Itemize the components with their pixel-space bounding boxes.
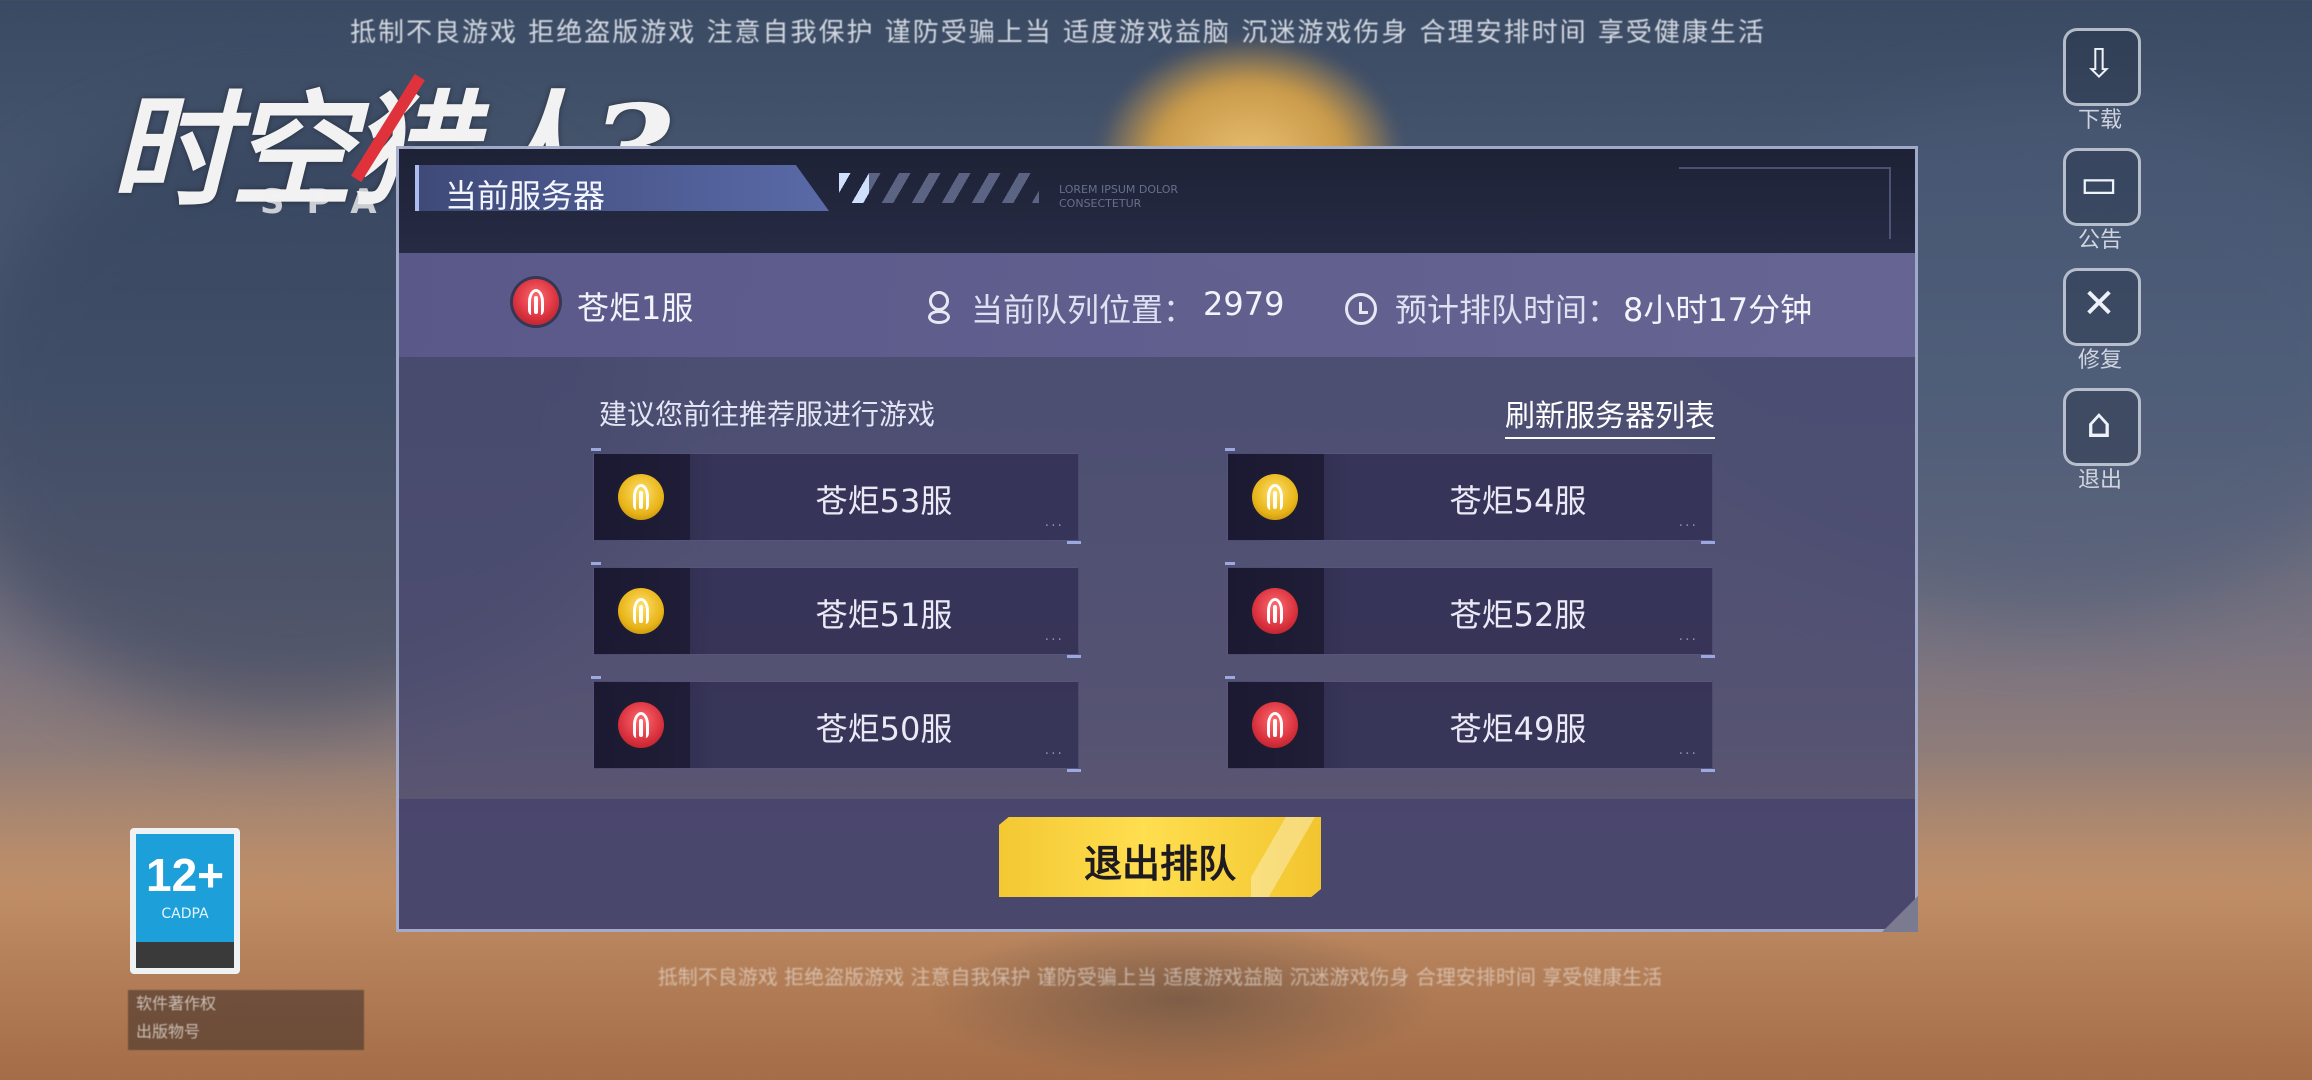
age-rating-badge: 12+ CADPA: [130, 828, 240, 974]
title-stripes-decoration: [839, 173, 1039, 203]
server-flame-icon: [1252, 702, 1298, 748]
exit-queue-button[interactable]: 退出排队: [999, 817, 1321, 897]
age-rating-footer: [136, 942, 234, 968]
server-button[interactable]: 苍炬52服 ···: [1225, 562, 1715, 658]
location-pin-icon: [927, 291, 950, 324]
refresh-server-list-link[interactable]: 刷新服务器列表: [1505, 391, 1715, 439]
server-flame-icon: [618, 474, 664, 520]
server-name: 苍炬54服: [1449, 482, 1587, 520]
exit-queue-label: 退出排队: [1083, 842, 1236, 886]
dots-decoration: ···: [1044, 746, 1064, 762]
license-note-line: 软件著作权: [136, 994, 217, 1013]
flame-shape: [1267, 598, 1283, 624]
server-flame-icon: [1252, 588, 1298, 634]
dialog-corner-cut: [1882, 896, 1918, 932]
server-button[interactable]: 苍炬49服 ···: [1225, 676, 1715, 772]
suggestion-text: 建议您前往推荐服进行游戏: [599, 398, 936, 431]
server-name: 苍炬50服: [815, 710, 953, 748]
dots-decoration: ···: [1678, 746, 1698, 762]
server-button[interactable]: 苍炬51服 ···: [591, 562, 1081, 658]
announcement-icon: ▭: [2080, 161, 2118, 207]
repair-icon: ✕: [2082, 281, 2116, 327]
exit-icon: ⌂: [2086, 401, 2112, 447]
side-menu-repair[interactable]: ✕ 修复: [2055, 268, 2145, 388]
flame-shape: [1267, 712, 1283, 738]
title-stripe-highlight: [839, 173, 869, 203]
flame-shape: [633, 712, 649, 738]
side-menu-announcement[interactable]: ▭ 公告: [2055, 148, 2145, 268]
clock-icon: [1345, 293, 1377, 325]
dots-decoration: ···: [1044, 518, 1064, 534]
legal-footer-text: 抵制不良游戏 拒绝盗版游戏 注意自我保护 谨防受骗上当 适度游戏益脑 沉迷游戏伤…: [657, 965, 1663, 989]
dialog-header: 当前服务器 LOREM IPSUM DOLOR CONSECTETUR: [399, 149, 1915, 253]
dots-decoration: ···: [1678, 632, 1698, 648]
server-name: 苍炬53服: [815, 482, 953, 520]
dots-decoration: ···: [1678, 518, 1698, 534]
server-name: 苍炬52服: [1449, 596, 1587, 634]
server-flame-icon: [1252, 474, 1298, 520]
wait-time-label: 预计排队时间：: [1395, 291, 1620, 329]
background-character-legs: [920, 920, 1440, 1080]
wait-time-value: 8小时17分钟: [1623, 291, 1813, 329]
age-rating-value: 12+: [145, 849, 225, 901]
server-button[interactable]: 苍炬54服 ···: [1225, 448, 1715, 544]
server-flame-icon: [513, 279, 559, 325]
age-rating-org: CADPA: [161, 906, 209, 922]
queue-position-value: 2979: [1203, 285, 1285, 323]
queue-info-bar: 苍炬1服 当前队列位置： 2979 预计排队时间： 8小时17分钟: [399, 253, 1915, 357]
side-menu-label: 下载: [2077, 108, 2122, 133]
server-name: 苍炬49服: [1449, 710, 1587, 748]
side-menu-label: 公告: [2077, 228, 2122, 253]
flame-shape: [633, 598, 649, 624]
dialog-title: 当前服务器: [445, 177, 606, 215]
side-menu-label: 退出: [2077, 468, 2122, 493]
download-icon: ⇩: [2082, 41, 2116, 87]
flame-shape: [633, 484, 649, 510]
queue-position-label: 当前队列位置：: [971, 291, 1196, 329]
side-menu-label: 修复: [2077, 348, 2122, 373]
flame-shape: [528, 289, 544, 315]
current-server-name: 苍炬1服: [577, 289, 694, 327]
server-button[interactable]: 苍炬53服 ···: [591, 448, 1081, 544]
license-note: 软件著作权 出版物号: [128, 990, 364, 1050]
side-menu-download[interactable]: ⇩ 下载: [2055, 28, 2145, 148]
server-flame-icon: [618, 702, 664, 748]
server-button[interactable]: 苍炬50服 ···: [591, 676, 1081, 772]
health-notice: 抵制不良游戏 拒绝盗版游戏 注意自我保护 谨防受骗上当 适度游戏益脑 沉迷游戏伤…: [350, 18, 1766, 48]
flame-shape: [1267, 484, 1283, 510]
header-decoration-text: LOREM IPSUM DOLOR CONSECTETUR: [1059, 183, 1179, 210]
age-rating-inner: 12+ CADPA: [136, 834, 234, 968]
header-line-decoration: [1679, 167, 1891, 239]
server-flame-icon: [618, 588, 664, 634]
side-menu-exit[interactable]: ⌂ 退出: [2055, 388, 2145, 508]
side-menu: ⇩ 下载 ▭ 公告 ✕ 修复 ⌂ 退出: [2055, 28, 2145, 508]
dots-decoration: ···: [1044, 632, 1064, 648]
license-note-line: 出版物号: [136, 1022, 201, 1041]
server-name: 苍炬51服: [815, 596, 953, 634]
queue-dialog: 当前服务器 LOREM IPSUM DOLOR CONSECTETUR 苍炬1服…: [396, 146, 1918, 932]
